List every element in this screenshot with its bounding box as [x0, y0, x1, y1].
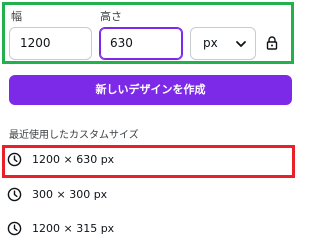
- width-input[interactable]: 1200: [9, 27, 92, 60]
- recent-size-label: 1200 × 315 px: [32, 222, 115, 235]
- chevron-down-icon: [236, 41, 246, 47]
- height-input[interactable]: 630: [99, 27, 183, 60]
- unit-select[interactable]: px: [190, 27, 256, 60]
- width-label: 幅: [11, 10, 22, 23]
- clock-icon: [7, 221, 22, 236]
- recent-size-item[interactable]: 1200 × 315 px: [0, 216, 300, 242]
- recent-sizes-title: 最近使用したカスタムサイズ: [9, 130, 139, 141]
- lock-icon[interactable]: [266, 36, 278, 50]
- unit-select-value: px: [203, 36, 218, 50]
- create-design-button[interactable]: 新しいデザインを作成: [9, 75, 292, 105]
- clock-icon: [7, 187, 22, 202]
- recent-size-item[interactable]: 300 × 300 px: [0, 182, 300, 208]
- recent-size-label: 300 × 300 px: [32, 188, 108, 201]
- highlight-box-recent-item: [2, 145, 295, 178]
- height-label: 高さ: [100, 10, 122, 23]
